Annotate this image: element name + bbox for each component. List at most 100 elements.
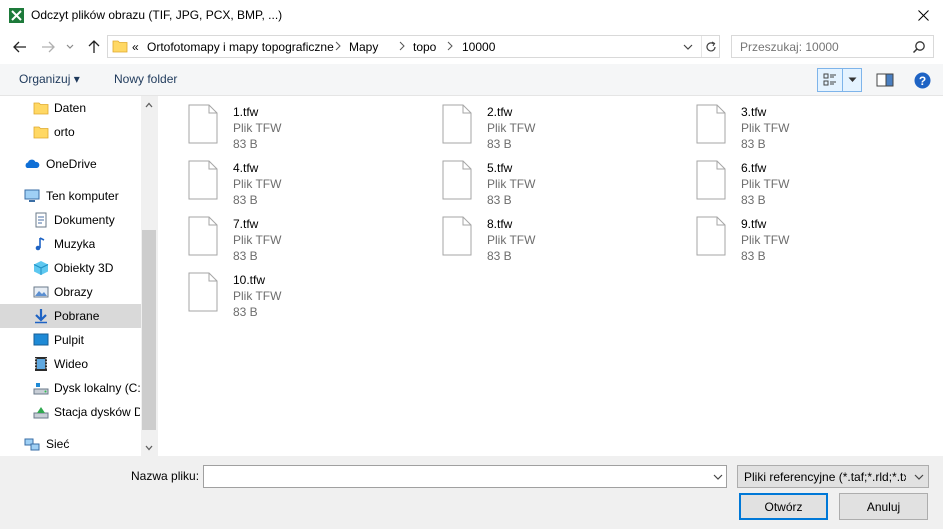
new-folder-button[interactable]: Nowy folder	[114, 72, 177, 86]
back-button[interactable]	[10, 38, 30, 56]
file-name: 7.tfw	[233, 217, 259, 231]
sidebar-item-label: OneDrive	[46, 157, 97, 171]
file-type: Plik TFW	[487, 177, 536, 191]
breadcrumb-item[interactable]: topo	[413, 40, 436, 54]
desktop-icon	[33, 333, 49, 346]
sidebar-item-orto[interactable]: orto	[0, 120, 141, 144]
file-name: 10.tfw	[233, 273, 266, 287]
sidebar-item-daten[interactable]: Daten	[0, 96, 141, 120]
file-icon	[188, 216, 218, 256]
forward-button[interactable]	[38, 38, 58, 56]
sidebar-item-disc-drive[interactable]: Stacja dysków D	[0, 400, 141, 424]
file-size: 83 B	[233, 193, 258, 207]
view-tiles-icon	[823, 73, 836, 86]
breadcrumb-overflow[interactable]: «	[132, 40, 139, 54]
folder-icon	[33, 126, 49, 139]
up-button[interactable]	[84, 38, 104, 56]
file-item[interactable]: 10.tfw Plik TFW 83 B	[158, 264, 398, 319]
breadcrumb-item[interactable]: Ortofotomapy i mapy topograficzne	[147, 40, 334, 54]
file-type: Plik TFW	[487, 121, 536, 135]
sidebar-item-onedrive[interactable]: OneDrive	[0, 152, 141, 176]
file-item[interactable]: 6.tfw Plik TFW 83 B	[666, 152, 906, 207]
scroll-thumb[interactable]	[142, 230, 156, 430]
file-type: Plik TFW	[741, 121, 790, 135]
sidebar-item-label: Obrazy	[54, 285, 93, 299]
video-icon	[35, 357, 47, 371]
file-size: 83 B	[233, 305, 258, 319]
sidebar-item-documents[interactable]: Dokumenty	[0, 208, 141, 232]
file-item[interactable]: 3.tfw Plik TFW 83 B	[666, 96, 906, 151]
file-name: 8.tfw	[487, 217, 513, 231]
sidebar-item-desktop[interactable]: Pulpit	[0, 328, 141, 352]
drive-icon	[33, 383, 49, 395]
filename-combobox[interactable]	[203, 465, 727, 488]
cube-icon	[33, 261, 49, 275]
file-item[interactable]: 8.tfw Plik TFW 83 B	[412, 208, 652, 263]
refresh-button[interactable]	[701, 36, 720, 57]
address-bar[interactable]: « Ortofotomapy i mapy topograficzne Mapy…	[107, 35, 720, 58]
sidebar-item-label: Pobrane	[54, 309, 100, 323]
search-input[interactable]	[740, 40, 900, 54]
help-icon[interactable]: ?	[914, 72, 931, 89]
filename-input[interactable]	[207, 469, 707, 484]
file-type: Plik TFW	[233, 233, 282, 247]
music-icon	[35, 237, 45, 251]
file-icon	[442, 216, 472, 256]
file-item[interactable]: 5.tfw Plik TFW 83 B	[412, 152, 652, 207]
sidebar-item-label: Wideo	[54, 357, 89, 371]
sidebar-item-3d-objects[interactable]: Obiekty 3D	[0, 256, 141, 280]
file-size: 83 B	[741, 249, 766, 263]
file-size: 83 B	[487, 249, 512, 263]
change-view-button[interactable]	[817, 68, 862, 92]
sidebar-item-pictures[interactable]: Obrazy	[0, 280, 141, 304]
sidebar-item-this-pc[interactable]: Ten komputer	[0, 184, 141, 208]
file-item[interactable]: 9.tfw Plik TFW 83 B	[666, 208, 906, 263]
file-name: 6.tfw	[741, 161, 767, 175]
chevron-right-icon[interactable]	[398, 41, 406, 51]
file-icon	[188, 272, 218, 312]
chevron-right-icon[interactable]	[334, 41, 342, 51]
organize-menu[interactable]: Organizuj ▾	[19, 72, 80, 86]
scroll-down-button[interactable]	[141, 439, 157, 456]
sidebar-item-network[interactable]: Sieć	[0, 432, 141, 456]
arrow-right-icon	[42, 41, 55, 53]
recent-locations-button[interactable]	[63, 38, 77, 56]
chevron-down-icon[interactable]	[712, 471, 724, 483]
file-type-filter[interactable]: Pliki referencyjne (*.taf;*.rld;*.tx	[737, 465, 929, 488]
close-button[interactable]	[904, 0, 943, 31]
computer-icon	[24, 189, 40, 202]
sidebar-item-downloads[interactable]: Pobrane	[0, 304, 141, 328]
filename-label: Nazwa pliku:	[131, 469, 200, 483]
sidebar-item-videos[interactable]: Wideo	[0, 352, 141, 376]
file-item[interactable]: 4.tfw Plik TFW 83 B	[158, 152, 398, 207]
file-item[interactable]: 2.tfw Plik TFW 83 B	[412, 96, 652, 151]
file-item[interactable]: 1.tfw Plik TFW 83 B	[158, 96, 398, 151]
cloud-icon	[25, 159, 40, 168]
sidebar-item-music[interactable]: Muzyka	[0, 232, 141, 256]
sidebar-scrollbar[interactable]	[141, 96, 157, 456]
scroll-up-button[interactable]	[141, 96, 157, 113]
chevron-down-icon	[66, 44, 74, 49]
file-icon	[442, 160, 472, 200]
cancel-button[interactable]: Anuluj	[839, 493, 928, 520]
search-icon[interactable]	[912, 40, 926, 54]
preview-pane-icon[interactable]	[876, 72, 894, 88]
file-name: 5.tfw	[487, 161, 513, 175]
chevron-down-icon	[914, 474, 924, 480]
app-icon	[9, 8, 24, 23]
file-item[interactable]: 7.tfw Plik TFW 83 B	[158, 208, 398, 263]
breadcrumb-item[interactable]: Mapy	[349, 40, 378, 54]
file-type: Plik TFW	[487, 233, 536, 247]
breadcrumb-item[interactable]: 10000	[462, 40, 495, 54]
navigation-pane: Daten orto OneDrive Ten komputer Dokumen…	[0, 96, 157, 456]
chevron-down-icon[interactable]	[848, 77, 857, 83]
chevron-down-icon[interactable]	[681, 40, 695, 54]
sidebar-item-label: Ten komputer	[46, 189, 119, 203]
search-box[interactable]	[731, 35, 934, 58]
open-button[interactable]: Otwórz	[739, 493, 828, 520]
chevron-right-icon[interactable]	[446, 41, 454, 51]
file-icon	[696, 160, 726, 200]
sidebar-item-local-disk[interactable]: Dysk lokalny (C:)	[0, 376, 141, 400]
file-icon	[696, 104, 726, 144]
file-size: 83 B	[233, 137, 258, 151]
